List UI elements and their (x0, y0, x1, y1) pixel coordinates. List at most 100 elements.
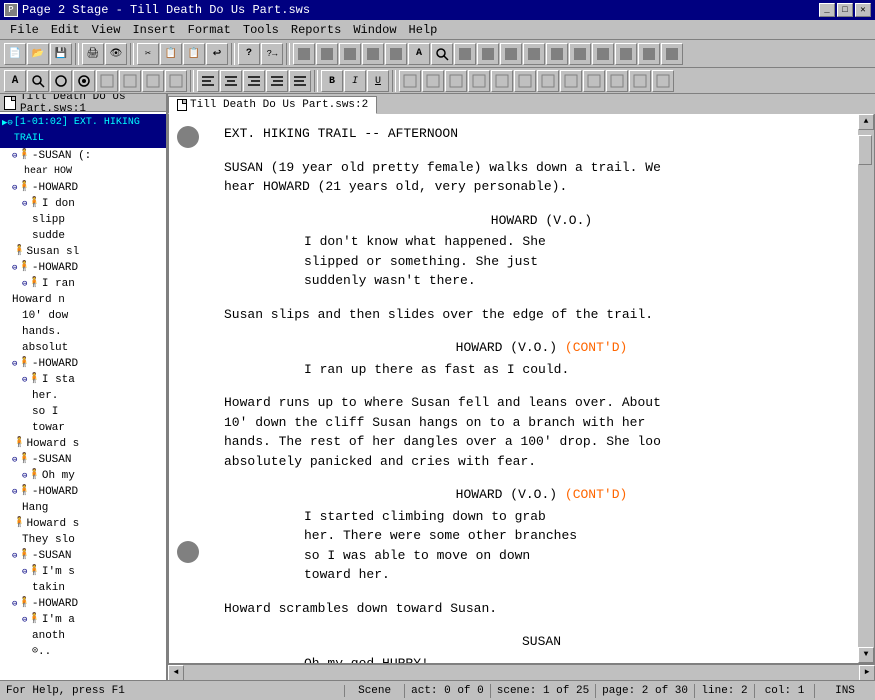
tb-btn-9[interactable] (523, 43, 545, 65)
tb-btn-4[interactable] (362, 43, 384, 65)
extra-btn-4[interactable] (468, 70, 490, 92)
tb-btn-5[interactable] (385, 43, 407, 65)
menu-window[interactable]: Window (347, 22, 402, 38)
tree-susan-1[interactable]: ⊖ 🧍 -SUSAN (: (0, 148, 166, 164)
extra-btn-6[interactable] (514, 70, 536, 92)
outdent-btn[interactable] (289, 70, 311, 92)
extra-btn-2[interactable] (422, 70, 444, 92)
menu-tools[interactable]: Tools (237, 22, 285, 38)
copy-button[interactable]: 📋 (160, 43, 182, 65)
bold-button[interactable]: B (321, 70, 343, 92)
tree-action-hands[interactable]: hands. (0, 324, 166, 340)
extra-btn-12[interactable] (652, 70, 674, 92)
undo-button[interactable]: ↩ (206, 43, 228, 65)
tree-note[interactable]: ⊙ .. (0, 644, 166, 660)
print-button[interactable]: 🖨 (82, 43, 104, 65)
tb-btn-6[interactable] (454, 43, 476, 65)
menu-file[interactable]: File (4, 22, 45, 38)
tb-btn-11[interactable] (569, 43, 591, 65)
tb-btn-1[interactable] (293, 43, 315, 65)
maximize-button[interactable]: □ (837, 3, 853, 17)
extra-btn-9[interactable] (583, 70, 605, 92)
format-btn-3[interactable] (142, 70, 164, 92)
save-button[interactable]: 💾 (50, 43, 72, 65)
tree-action-so[interactable]: so I (0, 404, 166, 420)
align-center[interactable] (220, 70, 242, 92)
context-help-button[interactable]: ?→ (261, 43, 283, 65)
extra-btn-11[interactable] (629, 70, 651, 92)
menu-edit[interactable]: Edit (45, 22, 86, 38)
extra-btn-8[interactable] (560, 70, 582, 92)
tree-a-sudde[interactable]: sudde (0, 228, 166, 244)
format-btn-4[interactable] (165, 70, 187, 92)
close-button[interactable]: ✕ (855, 3, 871, 17)
scroll-track-h[interactable] (184, 665, 859, 681)
tree-action-anoth[interactable]: anoth (0, 628, 166, 644)
tree-howard-5[interactable]: ⊖ 🧍 -HOWARD (0, 596, 166, 612)
tree-howard-scramble[interactable]: 🧍 Howard s (0, 436, 166, 452)
open-button[interactable]: 📂 (27, 43, 49, 65)
help-button[interactable]: ? (238, 43, 260, 65)
extra-btn-1[interactable] (399, 70, 421, 92)
tree-howard-dial-3[interactable]: ⊖ 🧍 I sta (0, 372, 166, 388)
tb-btn-7[interactable] (477, 43, 499, 65)
menu-format[interactable]: Format (182, 22, 237, 38)
new-button[interactable]: 📄 (4, 43, 26, 65)
window-controls[interactable]: _ □ ✕ (819, 3, 871, 17)
tb-btn-2[interactable] (316, 43, 338, 65)
tree-action-towar[interactable]: towar (0, 420, 166, 436)
scroll-thumb-v[interactable] (858, 135, 872, 165)
menu-insert[interactable]: Insert (126, 22, 181, 38)
tree-scene-1[interactable]: ▶⊖ [1-01:02] EXT. HIKING TRAIL (0, 114, 166, 148)
extra-btn-10[interactable] (606, 70, 628, 92)
underline-button[interactable]: U (367, 70, 389, 92)
tb-search-btn[interactable] (431, 43, 453, 65)
menu-help[interactable]: Help (403, 22, 444, 38)
tree-action-1[interactable]: hear HOW (0, 164, 166, 180)
tb-btn-3[interactable] (339, 43, 361, 65)
tree-howard-2[interactable]: ⊖ 🧍 -HOWARD (0, 260, 166, 276)
tb-btn-15[interactable] (661, 43, 683, 65)
scroll-down-button[interactable]: ▼ (858, 647, 874, 663)
vertical-scrollbar[interactable]: ▲ ▼ (858, 114, 874, 663)
tree-action-takin[interactable]: takin (0, 580, 166, 596)
indent-btn[interactable] (266, 70, 288, 92)
tree-action-absolute[interactable]: absolut (0, 340, 166, 356)
tree-howard-4[interactable]: ⊖ 🧍 -HOWARD (0, 484, 166, 500)
tree-action-her[interactable]: her. (0, 388, 166, 404)
tree-action-10ft[interactable]: 10' dow (0, 308, 166, 324)
tb-btn-12[interactable] (592, 43, 614, 65)
script-tab-2[interactable]: Till Death Do Us Part.sws:2 (168, 96, 377, 114)
tree-howard-3[interactable]: ⊖ 🧍 -HOWARD (0, 356, 166, 372)
tree-susan-dial-2[interactable]: ⊖ 🧍 I'm s (0, 564, 166, 580)
tree-howard-1[interactable]: ⊖ 🧍 -HOWARD (0, 180, 166, 196)
extra-btn-3[interactable] (445, 70, 467, 92)
tb-btn-10[interactable] (546, 43, 568, 65)
tree-howard-s[interactable]: 🧍 Howard s (0, 516, 166, 532)
scroll-right-button[interactable]: ► (859, 665, 875, 681)
extra-btn-7[interactable] (537, 70, 559, 92)
format-a-button[interactable]: A (408, 43, 430, 65)
tree-susan-dial-1[interactable]: ⊖ 🧍 Oh my (0, 468, 166, 484)
italic-button[interactable]: I (344, 70, 366, 92)
scroll-left-button[interactable]: ◄ (168, 665, 184, 681)
tree-susan-slips[interactable]: 🧍 Susan sl (0, 244, 166, 260)
extra-btn-5[interactable] (491, 70, 513, 92)
horizontal-scrollbar[interactable]: ◄ ► (168, 664, 875, 680)
cut-button[interactable]: ✂ (137, 43, 159, 65)
menu-view[interactable]: View (86, 22, 127, 38)
tree-a-slipp[interactable]: slipp (0, 212, 166, 228)
tree-howard-dial-2[interactable]: ⊖ 🧍 I ran (0, 276, 166, 292)
tree-susan-3[interactable]: ⊖ 🧍 -SUSAN (0, 548, 166, 564)
align-right[interactable] (243, 70, 265, 92)
scroll-track-v[interactable] (858, 130, 874, 647)
minimize-button[interactable]: _ (819, 3, 835, 17)
tree-action-hang[interactable]: Hang (0, 500, 166, 516)
circle-btn-2[interactable] (73, 70, 95, 92)
format-btn-1[interactable] (96, 70, 118, 92)
format-btn-2[interactable] (119, 70, 141, 92)
align-left[interactable] (197, 70, 219, 92)
scroll-up-button[interactable]: ▲ (858, 114, 874, 130)
tree-howard-action[interactable]: Howard n (0, 292, 166, 308)
menu-reports[interactable]: Reports (285, 22, 347, 38)
